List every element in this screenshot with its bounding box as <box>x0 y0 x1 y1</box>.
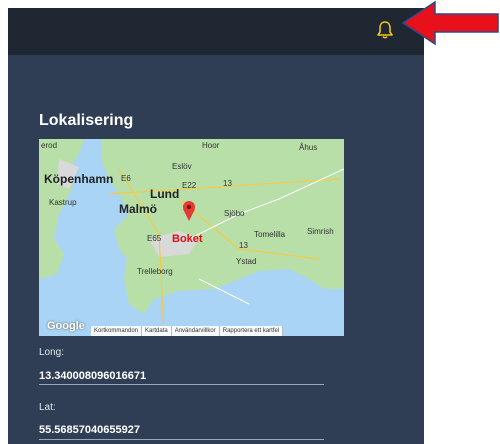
location-map[interactable]: erod Hoor Åhus Eslöv E6 E22 13 Köpenhamn… <box>39 139 344 336</box>
map-label: E22 <box>182 181 197 190</box>
map-label: Simrish <box>307 227 334 236</box>
app-frame: Lokalisering erod Hoor Åhus Eslöv E6 E22… <box>8 8 424 444</box>
top-bar <box>8 8 424 55</box>
lat-underline <box>39 439 324 440</box>
map-label: 13 <box>223 179 232 188</box>
long-label: Long: <box>39 347 65 358</box>
map-attribution: Kortkommandon Kartdata Användarvillkor R… <box>91 326 284 336</box>
map-attribution-link[interactable]: Kartdata <box>142 326 172 336</box>
map-label: E65 <box>147 234 162 243</box>
map-label: Hoor <box>202 141 220 150</box>
map-label: Trelleborg <box>137 267 173 276</box>
google-logo: Google <box>47 320 85 332</box>
lat-label: Lat: <box>39 402 56 413</box>
left-arrow-icon <box>401 0 499 46</box>
map-label: Lund <box>150 187 180 201</box>
map-label: Köpenhamn <box>44 172 114 186</box>
map-label: 13 <box>239 241 248 250</box>
map-label: Tomelilla <box>254 230 286 239</box>
map-label: Malmö <box>119 202 158 216</box>
map-label: Åhus <box>299 143 318 152</box>
map-label: Sjöbo <box>224 209 245 218</box>
map-label: Eslöv <box>172 162 192 171</box>
map-attribution-link[interactable]: Kortkommandon <box>91 326 143 336</box>
map-attribution-link[interactable]: Användarvillkor <box>172 326 220 336</box>
long-value[interactable]: 13.340008096016671 <box>39 370 146 382</box>
map-label: erod <box>41 141 58 150</box>
map-attribution-link[interactable]: Rapportera ett kartfel <box>220 326 284 336</box>
map-label: Ystad <box>236 257 257 266</box>
bell-icon[interactable] <box>376 20 394 40</box>
section-title: Lokalisering <box>39 112 134 129</box>
long-underline <box>39 384 324 385</box>
map-place-label: Boket <box>172 233 203 245</box>
map-label: E6 <box>121 174 131 183</box>
lat-value[interactable]: 55.56857040655927 <box>39 424 140 436</box>
map-label: Kastrup <box>49 198 77 207</box>
